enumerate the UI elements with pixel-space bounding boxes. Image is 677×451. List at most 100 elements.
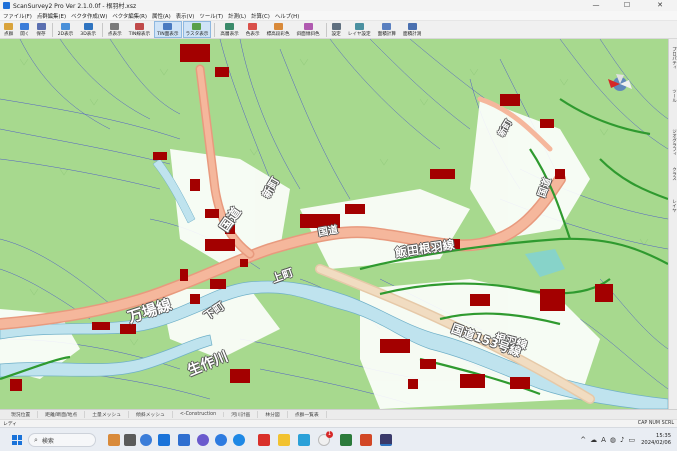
ime-icon[interactable]: A	[601, 436, 606, 444]
toolbar-button[interactable]: 面積計算	[375, 21, 399, 38]
bottom-tab[interactable]: 土量メッシュ	[85, 411, 130, 418]
bottom-tab[interactable]: 点群一覧表	[288, 411, 327, 418]
tin-face-icon	[163, 22, 173, 30]
battery-icon[interactable]: ▭	[628, 436, 635, 444]
notification-badge: 1	[326, 431, 333, 438]
toolbar-button-label: 保存	[36, 31, 46, 37]
menu-item[interactable]: ベクタ編集(R)	[112, 12, 147, 20]
menu-item[interactable]: 表示(V)	[176, 12, 195, 20]
close-button[interactable]: ✕	[645, 0, 675, 11]
right-panel-tab[interactable]: プロパティ	[669, 47, 677, 70]
area-icon	[382, 22, 392, 30]
bottom-tab[interactable]: 距離/断面/地点	[38, 411, 86, 418]
toolbar-button[interactable]: 2D表示	[55, 21, 77, 38]
toolbar-button[interactable]: 3D表示	[77, 21, 99, 38]
toolbar-button-label: 高層表示	[220, 31, 239, 37]
toolbar-button-label: 設定	[331, 31, 341, 37]
menu-item[interactable]: 点群編集(E)	[37, 12, 66, 20]
toolbar-button-label: レイヤ設定	[347, 31, 371, 37]
toolbar-button[interactable]: 保存	[33, 21, 48, 38]
toolbar-button[interactable]: 開く	[17, 21, 32, 38]
menu-item[interactable]: ツール(T)	[199, 12, 223, 20]
raster-icon	[192, 22, 202, 30]
volume-icon[interactable]: ♪	[620, 436, 624, 444]
toolbar-button[interactable]: 点表示	[105, 21, 125, 38]
task-view-icon[interactable]	[124, 434, 136, 446]
status-left-text: レディ	[3, 422, 18, 427]
minimize-button[interactable]: —	[581, 0, 611, 11]
layer-icon	[354, 22, 364, 30]
windows-grid-icon[interactable]	[178, 434, 190, 446]
toolbar-separator	[51, 22, 53, 37]
bottom-tab[interactable]: <-Construction	[173, 412, 225, 417]
scansurvey-window: ScanSurvey2 Pro Ver 2.1.0.0f - 根羽村.xsz —…	[0, 0, 677, 451]
right-panel-tab[interactable]: クラス	[669, 167, 677, 181]
toolbar-button[interactable]: 設定	[329, 21, 344, 38]
bottom-tab[interactable]: 林分図	[258, 411, 288, 418]
right-panel-tab[interactable]: ジオグラフィ	[669, 129, 677, 156]
toolbar-button[interactable]: 点群	[1, 21, 16, 38]
scansurvey-app-icon[interactable]	[380, 434, 392, 446]
toolbar-button-label: ラスタ表示	[185, 31, 209, 37]
cloud-icon[interactable]: ☁	[590, 436, 597, 444]
title-bar: ScanSurvey2 Pro Ver 2.1.0.0f - 根羽村.xsz —…	[0, 0, 677, 11]
taskbar-clock[interactable]: 15:35 2024/02/06	[641, 433, 671, 447]
taskbar-search-box[interactable]: ⌕ 検索	[28, 433, 96, 447]
system-tray: ^ ☁ A ◍ ♪ ▭ 15:35 2024/02/06	[576, 431, 671, 449]
toolbar-button-label: 開く	[20, 31, 30, 37]
toolbar-button[interactable]: 面積計測	[400, 21, 424, 38]
search-icon: ⌕	[34, 435, 38, 444]
excel-icon[interactable]	[340, 434, 352, 446]
toolbar-button[interactable]: TIN面表示	[154, 21, 182, 38]
toolbar-button[interactable]: ラスタ表示	[182, 21, 212, 38]
view-2d-icon	[60, 22, 70, 30]
teams-icon[interactable]	[197, 434, 209, 446]
clock-time: 15:35	[656, 433, 671, 439]
toolbar-button[interactable]: TIN線表示	[126, 21, 153, 38]
toolbar-button[interactable]: 標高段彩色	[264, 21, 293, 38]
powerpoint-icon[interactable]	[360, 434, 372, 446]
point-icon	[110, 22, 120, 30]
file-explorer-icon[interactable]	[278, 434, 290, 446]
store-icon[interactable]	[298, 434, 310, 446]
map-viewport[interactable]: 万場線 生作川 国道 下町 上町 新町 国道 国道 飯田根羽線 根羽線 国道153号線 新町	[0, 39, 668, 409]
search-placeholder: 検索	[41, 437, 54, 445]
toolbar-button-label: TIN線表示	[128, 31, 151, 37]
start-button[interactable]	[12, 435, 22, 445]
bottom-tab[interactable]: 河川計画	[224, 411, 259, 418]
toolbar-button[interactable]: 高層表示	[217, 21, 241, 38]
widgets-icon[interactable]	[158, 434, 170, 446]
network-icon[interactable]: ◍	[610, 436, 616, 444]
show-hidden-icon[interactable]: ^	[580, 436, 586, 444]
windows-taskbar: ⌕ 検索 1 ^ ☁ A ◍ ♪ ▭ 15:35 2024/02/06	[0, 427, 677, 451]
open-icon	[20, 22, 30, 30]
maximize-button[interactable]: ☐	[612, 0, 642, 11]
color-icon	[248, 22, 258, 30]
toolbar-button[interactable]: レイヤ設定	[345, 21, 374, 38]
right-panel-tab[interactable]: レイヤ	[669, 199, 677, 213]
mcafee-icon[interactable]	[258, 434, 270, 446]
chat-icon[interactable]	[140, 434, 152, 446]
menu-item[interactable]: ヘルプ(H)	[275, 12, 299, 20]
menu-item[interactable]: 計算(C)	[251, 12, 270, 20]
edge-icon[interactable]	[233, 434, 245, 446]
right-panel-tab[interactable]: ツール	[669, 89, 677, 103]
bottom-tab[interactable]: 現況位置	[4, 411, 39, 418]
toolbar-button[interactable]: 斜面傾斜色	[294, 21, 323, 38]
status-bar: レディ CAP NUM SCRL	[0, 419, 677, 427]
menu-item[interactable]: ファイル(F)	[3, 12, 32, 20]
menu-item[interactable]: ベクタ作成(W)	[71, 12, 107, 20]
menu-item[interactable]: 属性(A)	[152, 12, 171, 20]
toolbar: 点群 開く 保存 2D表示 3D表示 点表示 TIN線表示 TIN面表示 ラスタ表示 高層表示 色表…	[0, 21, 677, 39]
gear-icon	[331, 22, 341, 30]
toolbar-separator	[214, 22, 216, 37]
bottom-tab[interactable]: 傾斜メッシュ	[129, 411, 173, 418]
landscape-widget-icon[interactable]	[108, 434, 120, 446]
chat-bubble-icon[interactable]	[215, 434, 227, 446]
elevation-icon	[273, 22, 283, 30]
toolbar-button[interactable]: 色表示	[243, 21, 263, 38]
clock-date: 2024/02/06	[641, 440, 671, 446]
toolbar-button-label: 2D表示	[57, 31, 74, 37]
menu-item[interactable]: 計測(L)	[228, 12, 246, 20]
menu-bar: ファイル(F) 点群編集(E) ベクタ作成(W) ベクタ編集(R) 属性(A) 表示(V)…	[0, 11, 677, 21]
